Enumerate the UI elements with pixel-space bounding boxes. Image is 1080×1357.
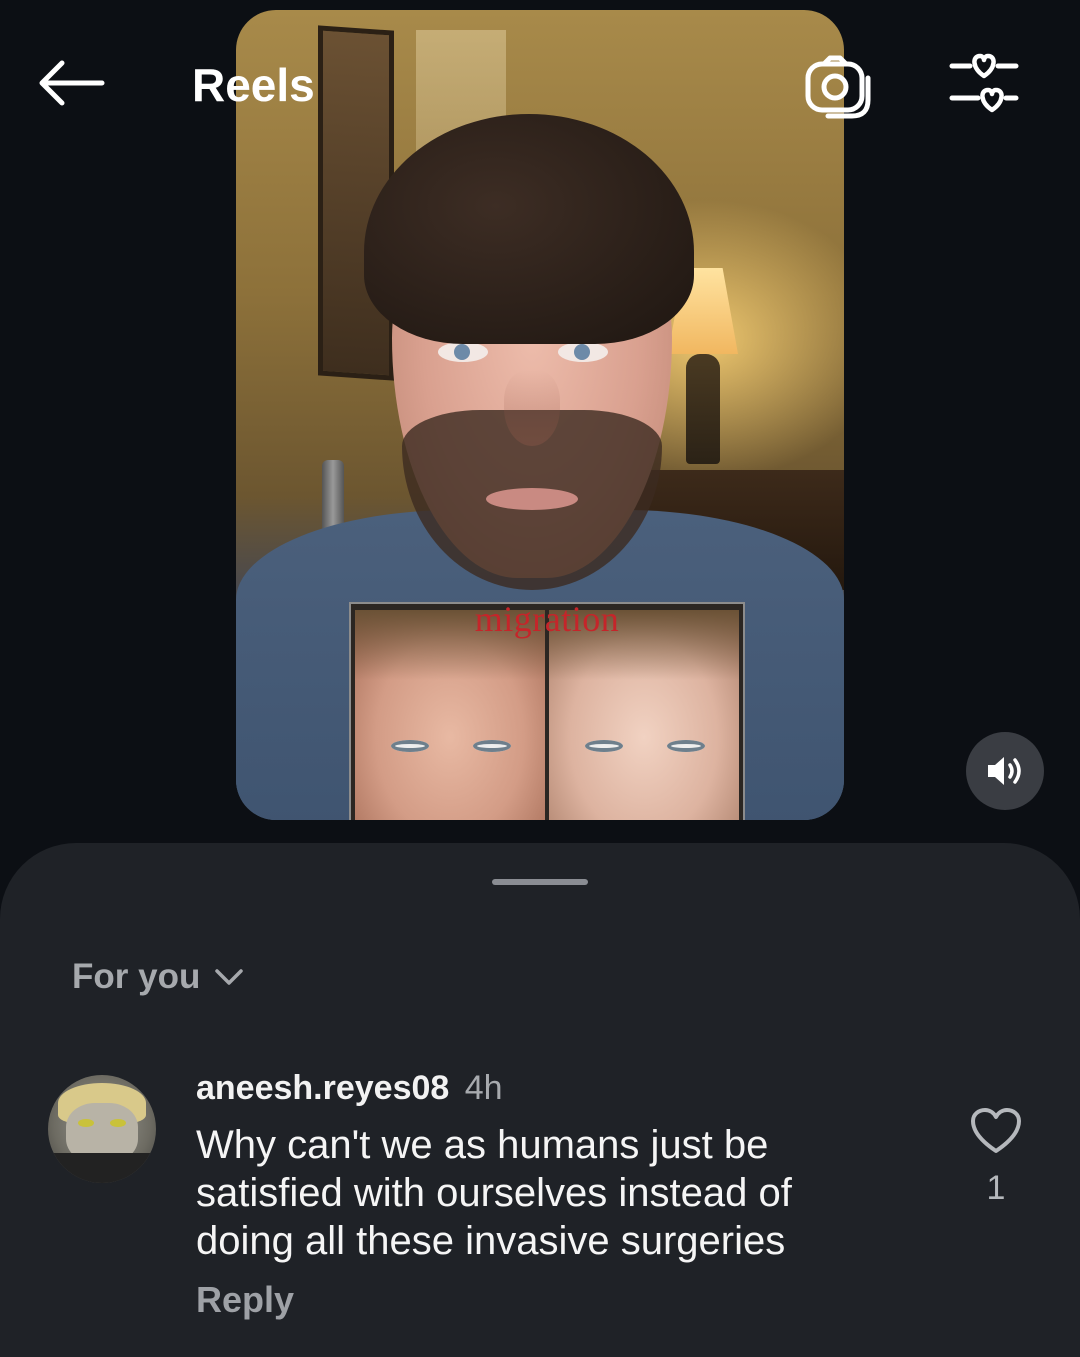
like-count: 1 <box>986 1169 1006 1207</box>
sound-toggle-button[interactable] <box>966 732 1044 810</box>
comment-timestamp: 4h <box>464 1069 503 1107</box>
heart-icon[interactable] <box>970 1107 1022 1155</box>
reel-video[interactable]: migration <box>236 10 844 820</box>
lamp-base <box>686 354 720 464</box>
comment-username[interactable]: aneesh.reyes08 <box>196 1069 449 1107</box>
comments-sheet: For you aneesh.reyes08 4h Why can't we a… <box>0 843 1080 1357</box>
reels-screen: migration Reels For you aneesh.reyes08 4… <box>0 0 1080 1357</box>
video-caption: migration <box>474 602 620 639</box>
camera-icon[interactable] <box>804 54 876 120</box>
comment-text: Why can't we as humans just be satisfied… <box>196 1123 792 1263</box>
person-nose <box>504 370 560 446</box>
person-hair <box>364 114 694 344</box>
comment-meta: aneesh.reyes08 4h <box>196 1069 503 1108</box>
sheet-drag-handle[interactable] <box>492 879 588 885</box>
person-mouth <box>486 488 578 510</box>
chevron-down-icon <box>215 969 244 985</box>
reply-button[interactable]: Reply <box>196 1279 294 1321</box>
speaker-on-icon <box>988 757 1021 785</box>
inset-face-before <box>355 610 545 820</box>
person-eye-right <box>558 342 608 362</box>
avatar[interactable] <box>48 1075 156 1183</box>
back-arrow-icon[interactable] <box>36 58 106 108</box>
preferences-hearts-icon[interactable] <box>948 52 1020 118</box>
comment-sort-dropdown[interactable]: For you <box>72 957 244 997</box>
page-title: Reels <box>192 59 315 111</box>
inset-face-after <box>549 610 739 820</box>
person-eye-left <box>438 342 488 362</box>
sort-label: For you <box>72 957 201 996</box>
before-after-inset: migration <box>349 602 745 820</box>
